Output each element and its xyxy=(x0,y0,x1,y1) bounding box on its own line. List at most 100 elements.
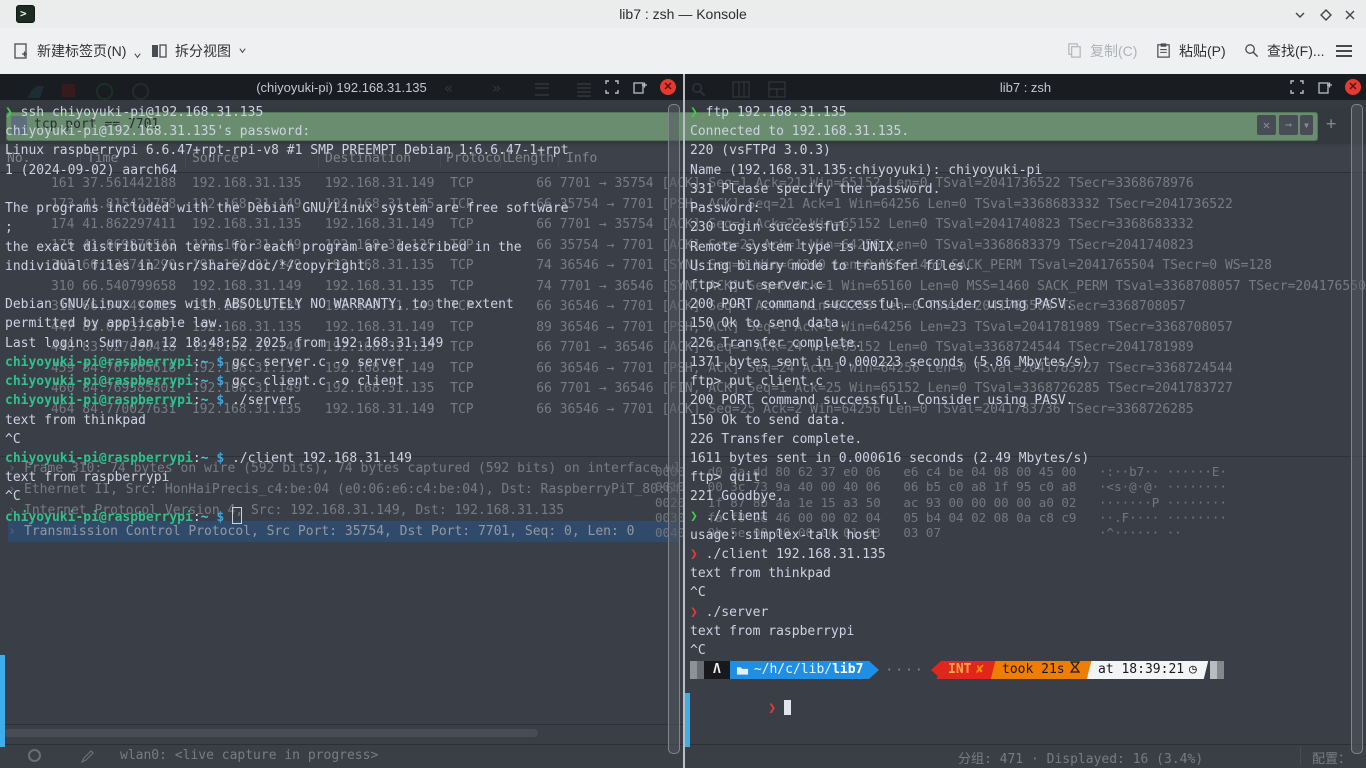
text-segment: ./server xyxy=(698,605,768,620)
terminal-line: 1371 bytes sent in 0.000223 seconds (5.8… xyxy=(690,353,1366,372)
prompt-arrow: ❯ xyxy=(5,105,13,120)
text-segment: $ xyxy=(209,374,225,389)
close-pane-icon[interactable]: ✕ xyxy=(1345,79,1361,95)
terminal-line: ftp> put client.c xyxy=(690,372,1366,391)
konsole-window: > lib7 : zsh — Konsole 新建标签页(N) 拆分视图 复制(… xyxy=(0,0,1366,768)
detach-pane-icon[interactable] xyxy=(1317,79,1333,95)
close-icon[interactable] xyxy=(1342,7,1358,23)
pane-left-title: (chiyoyuki-pi) 192.168.31.135 xyxy=(256,80,427,95)
terminal-line: 331 Please specify the password. xyxy=(690,180,1366,199)
text-segment: chiyoyuki-pi@raspberrypi xyxy=(5,355,193,370)
terminal-line: ^C xyxy=(690,641,1366,660)
pane-right-header[interactable]: lib7 : zsh ✕ xyxy=(685,74,1366,100)
new-tab-button[interactable]: 新建标签页(N) xyxy=(12,28,142,73)
text-segment xyxy=(224,510,232,525)
copy-icon xyxy=(1066,42,1083,59)
maximize-icon[interactable] xyxy=(1318,7,1334,23)
terminal-left-screen[interactable]: ❯ ssh chiyoyuki-pi@192.168.31.135chiyoyu… xyxy=(0,100,683,768)
text-segment: individual files in /usr/share/doc/*/cop… xyxy=(5,259,373,274)
text-segment: : xyxy=(193,451,201,466)
pane-right-title: lib7 : zsh xyxy=(1000,80,1051,95)
text-segment: chiyoyuki-pi@raspberrypi xyxy=(5,510,193,525)
terminal-line: 200 PORT command successful. Consider us… xyxy=(690,295,1366,314)
text-segment: chiyoyuki-pi@raspberrypi xyxy=(5,374,193,389)
text-segment: ~ xyxy=(201,374,209,389)
terminal-line: 150 Ok to send data. xyxy=(690,314,1366,333)
window-titlebar[interactable]: > lib7 : zsh — Konsole xyxy=(0,0,1366,28)
terminal-line: 221 Goodbye. xyxy=(690,487,1366,506)
text-segment: text from thinkpad xyxy=(690,566,831,581)
terminal-line: chiyoyuki-pi@raspberrypi:~ $ gcc server.… xyxy=(5,353,683,372)
error-x-icon: ✘ xyxy=(976,661,984,679)
text-segment: 1371 bytes sent in 0.000223 seconds (5.8… xyxy=(690,355,1089,370)
right-pane-scrollbar[interactable] xyxy=(1351,104,1363,754)
text-segment: the exact distribution terms for each pr… xyxy=(5,240,522,255)
minimize-icon[interactable] xyxy=(1292,7,1308,23)
p10k-prompt-bar: Λ ~/h/c/lib/lib7 ···· INT✘ took 21s at 1… xyxy=(690,661,1366,679)
terminal-line: Name (192.168.31.135:chiyoyuki): chiyoyu… xyxy=(690,161,1366,180)
terminal-line: 226 Transfer complete. xyxy=(690,430,1366,449)
terminal-line: chiyoyuki-pi@raspberrypi:~ $ xyxy=(5,507,683,526)
terminal-line: ^C xyxy=(5,430,683,449)
text-segment: ^C xyxy=(690,643,706,658)
find-button[interactable]: 查找(F)... xyxy=(1243,28,1325,73)
terminal-line: ^C xyxy=(690,583,1366,602)
folder-icon xyxy=(736,665,749,676)
p10k-directory-segment: ~/h/c/lib/lib7 xyxy=(730,661,870,679)
text-segment: ^C xyxy=(5,432,21,447)
powerline-separator xyxy=(869,661,879,679)
expand-pane-icon[interactable] xyxy=(1289,79,1305,95)
text-segment: ftp> put server.c xyxy=(690,278,823,293)
exit-status-label: INT xyxy=(948,661,971,679)
terminal-line: chiyoyuki-pi@raspberrypi:~ $ ./client 19… xyxy=(5,449,683,468)
p10k-right-cap xyxy=(1210,661,1217,679)
os-icon: Λ xyxy=(704,661,730,679)
text-segment: ~ xyxy=(201,510,209,525)
text-segment: : xyxy=(193,510,201,525)
left-pane-scrollbar[interactable] xyxy=(668,104,680,754)
search-icon xyxy=(1243,42,1260,59)
text-segment: ~ xyxy=(201,355,209,370)
hourglass-icon xyxy=(1070,661,1080,679)
text-segment: text from raspberrypi xyxy=(690,624,854,639)
terminal-line: 1611 bytes sent in 0.000616 seconds (2.4… xyxy=(690,449,1366,468)
terminal-line: Connected to 192.168.31.135. xyxy=(690,122,1366,141)
terminal-line: ❯ ftp 192.168.31.135 xyxy=(690,103,1366,122)
text-segment: 200 PORT command successful. Consider us… xyxy=(690,393,1074,408)
prompt-arrow: ❯ xyxy=(690,605,698,620)
terminal-line: 1 (2024-09-02) aarch64 xyxy=(5,161,683,180)
terminal-line: chiyoyuki-pi@raspberrypi:~ $ gcc client.… xyxy=(5,372,683,391)
text-segment: ftp 192.168.31.135 xyxy=(698,105,847,120)
paste-button[interactable]: 粘贴(P) xyxy=(1155,28,1226,73)
terminal-line: permitted by applicable law. xyxy=(5,314,683,333)
text-segment: $ xyxy=(209,510,225,525)
copy-button[interactable]: 复制(C) xyxy=(1066,28,1137,73)
text-segment: usage: simplex-talk host xyxy=(690,528,878,543)
exit-status-segment: INT ✘ xyxy=(936,661,995,679)
time-label: at 18:39:21 xyxy=(1098,661,1184,679)
text-segment: 230 Login successful. xyxy=(690,220,854,235)
pane-left-header[interactable]: (chiyoyuki-pi) 192.168.31.135 ✕ xyxy=(0,74,683,100)
terminal-right-screen[interactable]: ❯ ftp 192.168.31.135Connected to 192.168… xyxy=(685,100,1366,768)
split-view-button[interactable]: 拆分视图 xyxy=(150,28,247,73)
clock-icon: ◷ xyxy=(1189,661,1197,679)
text-segment: chiyoyuki-pi@raspberrypi xyxy=(5,393,193,408)
text-segment: : xyxy=(193,355,201,370)
text-segment: 226 Transfer complete. xyxy=(690,336,862,351)
text-segment: : xyxy=(193,374,201,389)
prompt-arrow: ❯ xyxy=(690,105,698,120)
split-view-icon xyxy=(150,42,168,60)
pane-splitter[interactable] xyxy=(683,74,685,768)
p10k-left-cap2 xyxy=(697,661,704,679)
prompt-arrow: ❯ xyxy=(768,701,776,716)
focus-accent-bar-left xyxy=(0,655,5,747)
hamburger-menu-button[interactable] xyxy=(1334,28,1354,73)
terminal-pane-left: (chiyoyuki-pi) 192.168.31.135 ✕ ❯ ssh ch… xyxy=(0,74,683,768)
detach-pane-icon[interactable] xyxy=(632,79,648,95)
terminal-line: ftp> quit xyxy=(690,468,1366,487)
expand-pane-icon[interactable] xyxy=(604,79,620,95)
terminal-line: usage: simplex-talk host xyxy=(690,526,1366,545)
text-segment: ftp> quit xyxy=(690,470,760,485)
workspace: « » tcp.port == 7701 ✕ ➞ ▾ + No.TimeSour… xyxy=(0,74,1366,768)
close-pane-icon[interactable]: ✕ xyxy=(660,79,676,95)
